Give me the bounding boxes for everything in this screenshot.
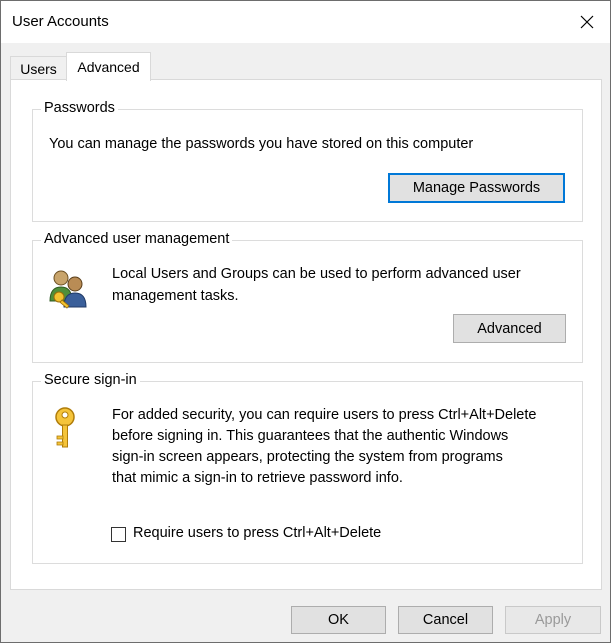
apply-button[interactable]: Apply xyxy=(505,606,601,634)
passwords-group-title: Passwords xyxy=(41,100,118,116)
tab-advanced-label: Advanced xyxy=(77,59,140,75)
passwords-group: Passwords You can manage the passwords y… xyxy=(32,100,583,222)
require-ctrl-alt-delete-checkbox[interactable] xyxy=(111,527,126,542)
cancel-button[interactable]: Cancel xyxy=(398,606,493,634)
secure-description-line3: sign-in screen appears, protecting the s… xyxy=(112,449,503,465)
advanced-description-line2: management tasks. xyxy=(112,288,239,304)
advanced-tab-panel: Passwords You can manage the passwords y… xyxy=(10,79,602,590)
tab-users-label: Users xyxy=(20,61,57,77)
advanced-user-management-group: Advanced user management Local Users and… xyxy=(32,231,583,363)
passwords-description: You can manage the passwords you have st… xyxy=(49,136,474,152)
advanced-group-title: Advanced user management xyxy=(41,231,233,247)
manage-passwords-button[interactable]: Manage Passwords xyxy=(388,173,565,203)
secure-sign-in-group: Secure sign-in For added security, you c… xyxy=(32,372,583,564)
user-accounts-dialog: User Accounts Users Advanced Passwords Y… xyxy=(0,0,611,643)
tab-users[interactable]: Users xyxy=(10,56,67,81)
close-button[interactable] xyxy=(564,1,610,43)
title-bar: User Accounts xyxy=(1,1,610,43)
ok-button[interactable]: OK xyxy=(291,606,386,634)
require-ctrl-alt-delete-label[interactable]: Require users to press Ctrl+Alt+Delete xyxy=(133,523,381,544)
window-title: User Accounts xyxy=(12,13,109,30)
advanced-button[interactable]: Advanced xyxy=(453,314,566,343)
users-group-icon xyxy=(49,270,87,309)
secure-description-line2: before signing in. This guarantees that … xyxy=(112,428,509,444)
secure-description-line4: that mimic a sign-in to retrieve passwor… xyxy=(112,470,403,486)
secure-group-title: Secure sign-in xyxy=(41,372,140,388)
advanced-description-line1: Local Users and Groups can be used to pe… xyxy=(112,266,521,282)
tab-advanced[interactable]: Advanced xyxy=(66,52,151,81)
key-icon xyxy=(55,407,75,448)
close-icon xyxy=(580,15,594,29)
secure-description-line1: For added security, you can require user… xyxy=(112,407,537,423)
